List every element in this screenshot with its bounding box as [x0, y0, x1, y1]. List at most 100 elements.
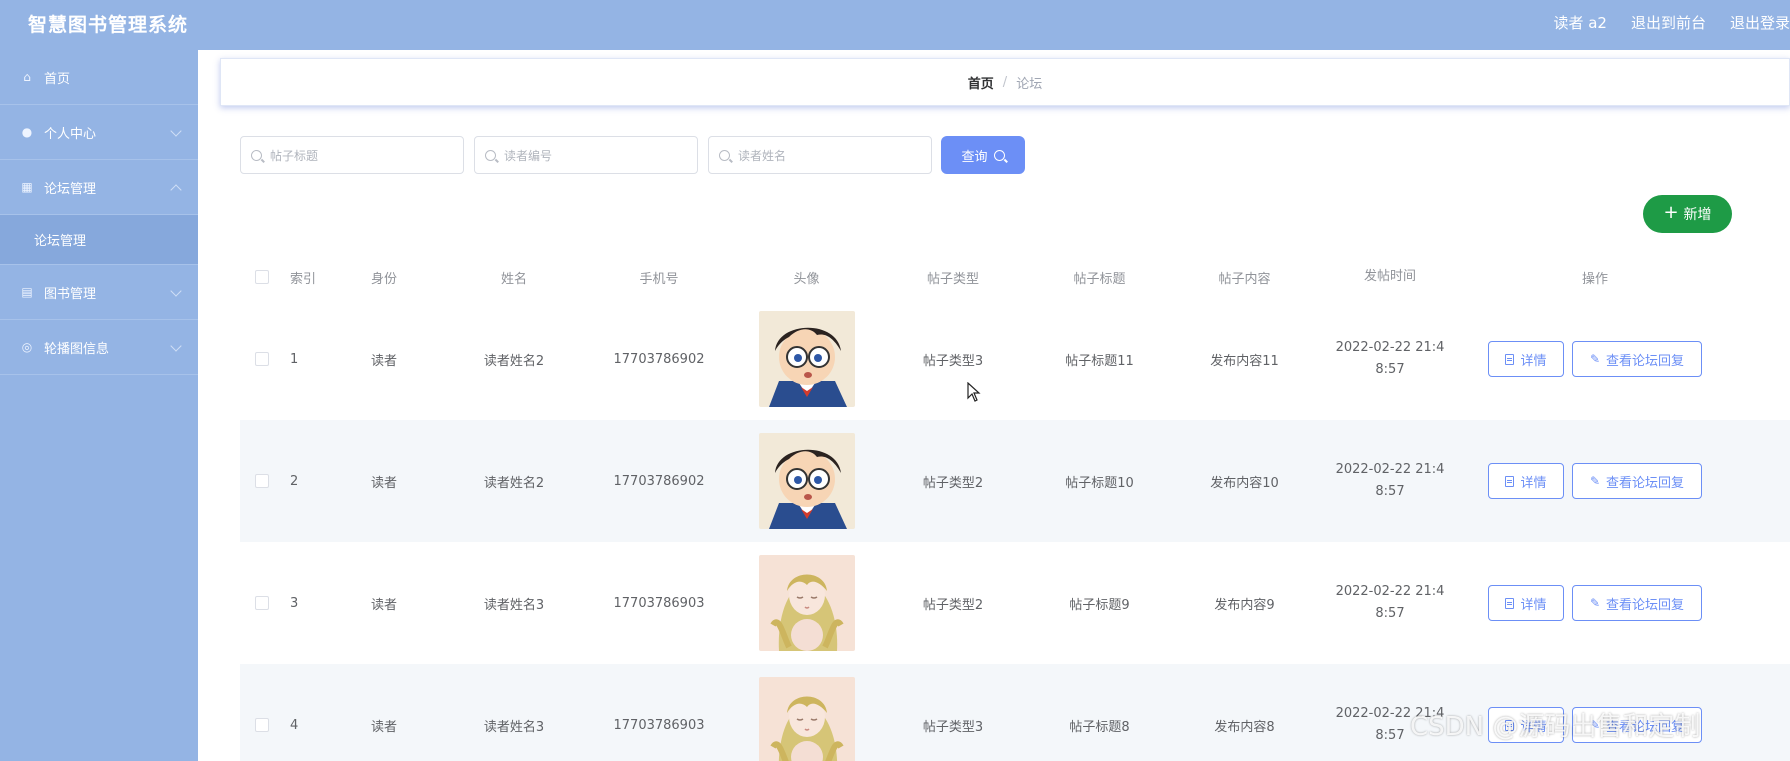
mouse-cursor-icon [967, 382, 981, 402]
detail-button[interactable]: 详情 [1488, 341, 1564, 377]
edit-icon: ✎ [1589, 596, 1601, 610]
breadcrumb-separator: / [1002, 74, 1008, 90]
column-header-post-type: 帖子类型 [926, 271, 979, 287]
cell-post-title: 帖子标题11 [1065, 353, 1134, 369]
post-title-search-input[interactable]: 帖子标题 [240, 136, 464, 174]
girl-avatar[interactable] [758, 677, 855, 761]
sidebar-item-label: 轮播图信息 [44, 341, 110, 357]
column-header-post-title: 帖子标题 [1073, 271, 1126, 287]
cell-phone: 17703786903 [613, 595, 705, 611]
app-title: 智慧图书管理系统 [28, 14, 189, 36]
detail-button-label: 详情 [1520, 475, 1547, 491]
cell-phone: 17703786902 [613, 473, 705, 489]
document-icon [1505, 597, 1515, 609]
row-checkbox[interactable] [255, 474, 269, 488]
sidebar-item-home[interactable]: ⌂ 首页 [0, 50, 198, 105]
edit-icon: ✎ [1589, 474, 1601, 488]
cell-post-time: 2022-02-22 21:48:57 [1335, 340, 1445, 377]
view-replies-button-label: 查看论坛回复 [1606, 475, 1685, 491]
cell-phone: 17703786903 [613, 717, 705, 733]
table-header: 索引 身份 姓名 手机号 头像 帖子类型 帖子标题 帖子内容 发帖时间 操作 [240, 256, 1790, 298]
top-header: 智慧图书管理系统 读者 a2 退出到前台 退出登录 [0, 0, 1790, 50]
query-button-label: 查询 [961, 149, 988, 165]
sidebar: ⌂ 首页 ● 个人中心 ▦ 论坛管理 论坛管理 ▤ 图书管理 ◎ 轮播图信息 [0, 50, 198, 761]
home-icon: ⌂ [23, 70, 31, 84]
forum-table: 索引 身份 姓名 手机号 头像 帖子类型 帖子标题 帖子内容 发帖时间 操作 1… [240, 256, 1790, 761]
book-icon: ▤ [21, 285, 33, 299]
cell-post-title: 帖子标题9 [1069, 597, 1130, 613]
view-replies-button-label: 查看论坛回复 [1606, 353, 1685, 369]
column-header-index: 索引 [290, 271, 317, 287]
post-title-placeholder: 帖子标题 [270, 148, 319, 163]
select-all-checkbox[interactable] [255, 270, 269, 284]
row-checkbox[interactable] [255, 718, 269, 732]
table-row: 1 读者 读者姓名2 17703786902 帖子类型3 帖子标题11 发布内容… [240, 298, 1790, 420]
detail-button[interactable]: 详情 [1488, 463, 1564, 499]
column-header-avatar: 头像 [793, 271, 820, 287]
cell-post-title: 帖子标题10 [1065, 475, 1134, 491]
logout-link[interactable]: 退出登录 [1730, 12, 1790, 32]
reader-name-search-input[interactable]: 读者姓名 [708, 136, 932, 174]
sidebar-item-label: 首页 [44, 71, 71, 87]
chevron-down-icon [170, 340, 182, 352]
sidebar-item-label: 个人中心 [44, 126, 97, 142]
cell-role: 读者 [370, 475, 397, 491]
search-icon [993, 149, 1005, 161]
add-button[interactable]: + 新增 [1643, 195, 1732, 233]
column-header-role: 身份 [370, 271, 397, 287]
sidebar-item-book-management[interactable]: ▤ 图书管理 [0, 265, 198, 320]
forum-icon: ▦ [21, 180, 33, 194]
table-row: 3 读者 读者姓名3 17703786903 帖子类型2 帖子标题9 发布内容9… [240, 542, 1790, 664]
sidebar-item-label: 论坛管理 [34, 234, 87, 249]
document-icon [1505, 353, 1515, 365]
edit-icon: ✎ [1589, 352, 1601, 366]
search-icon [719, 149, 730, 161]
cell-index: 2 [290, 473, 299, 489]
reader-id-placeholder: 读者编号 [504, 148, 553, 163]
column-header-actions: 操作 [1581, 271, 1608, 287]
cell-post-type: 帖子类型2 [922, 597, 984, 613]
cell-post-type: 帖子类型3 [922, 719, 984, 735]
plus-icon: + [1663, 202, 1679, 223]
row-checkbox[interactable] [255, 596, 269, 610]
boy-avatar[interactable] [758, 311, 855, 407]
cell-role: 读者 [370, 597, 397, 613]
cell-phone: 17703786902 [613, 351, 705, 367]
detail-button[interactable]: 详情 [1488, 585, 1564, 621]
column-header-phone: 手机号 [639, 271, 679, 287]
sidebar-item-label: 图书管理 [44, 286, 97, 302]
top-links: 读者 a2 退出到前台 退出登录 [1553, 12, 1790, 32]
current-user-label: 读者 a2 [1553, 14, 1607, 32]
query-button[interactable]: 查询 [941, 136, 1025, 174]
back-to-front-link[interactable]: 退出到前台 [1631, 12, 1706, 32]
carousel-icon: ◎ [21, 340, 33, 354]
breadcrumb-home[interactable]: 首页 [968, 73, 994, 92]
view-replies-button-label: 查看论坛回复 [1606, 597, 1685, 613]
boy-avatar[interactable] [758, 433, 855, 529]
view-replies-button[interactable]: ✎ 查看论坛回复 [1572, 341, 1702, 377]
cell-post-content: 发布内容8 [1214, 719, 1275, 735]
cell-name: 读者姓名3 [483, 597, 545, 613]
sidebar-item-forum-management[interactable]: ▦ 论坛管理 [0, 160, 198, 215]
add-button-label: 新增 [1683, 207, 1712, 223]
view-replies-button[interactable]: ✎ 查看论坛回复 [1572, 585, 1702, 621]
user-icon: ● [21, 125, 33, 139]
row-checkbox[interactable] [255, 352, 269, 366]
cell-name: 读者姓名2 [483, 475, 545, 491]
cell-index: 3 [290, 595, 299, 611]
girl-avatar[interactable] [758, 555, 855, 651]
reader-name-placeholder: 读者姓名 [738, 148, 787, 163]
sidebar-subitem-forum-management[interactable]: 论坛管理 [0, 215, 198, 265]
cell-name: 读者姓名3 [483, 719, 545, 735]
reader-id-search-input[interactable]: 读者编号 [474, 136, 698, 174]
sidebar-item-carousel-info[interactable]: ◎ 轮播图信息 [0, 320, 198, 375]
table-row: 2 读者 读者姓名2 17703786902 帖子类型2 帖子标题10 发布内容… [240, 420, 1790, 542]
cell-post-content: 发布内容9 [1214, 597, 1275, 613]
cell-index: 1 [290, 351, 299, 367]
search-icon [251, 149, 262, 161]
column-header-name: 姓名 [500, 271, 527, 287]
cell-index: 4 [290, 717, 299, 733]
view-replies-button[interactable]: ✎ 查看论坛回复 [1572, 463, 1702, 499]
cell-post-title: 帖子标题8 [1069, 719, 1130, 735]
sidebar-item-personal-center[interactable]: ● 个人中心 [0, 105, 198, 160]
